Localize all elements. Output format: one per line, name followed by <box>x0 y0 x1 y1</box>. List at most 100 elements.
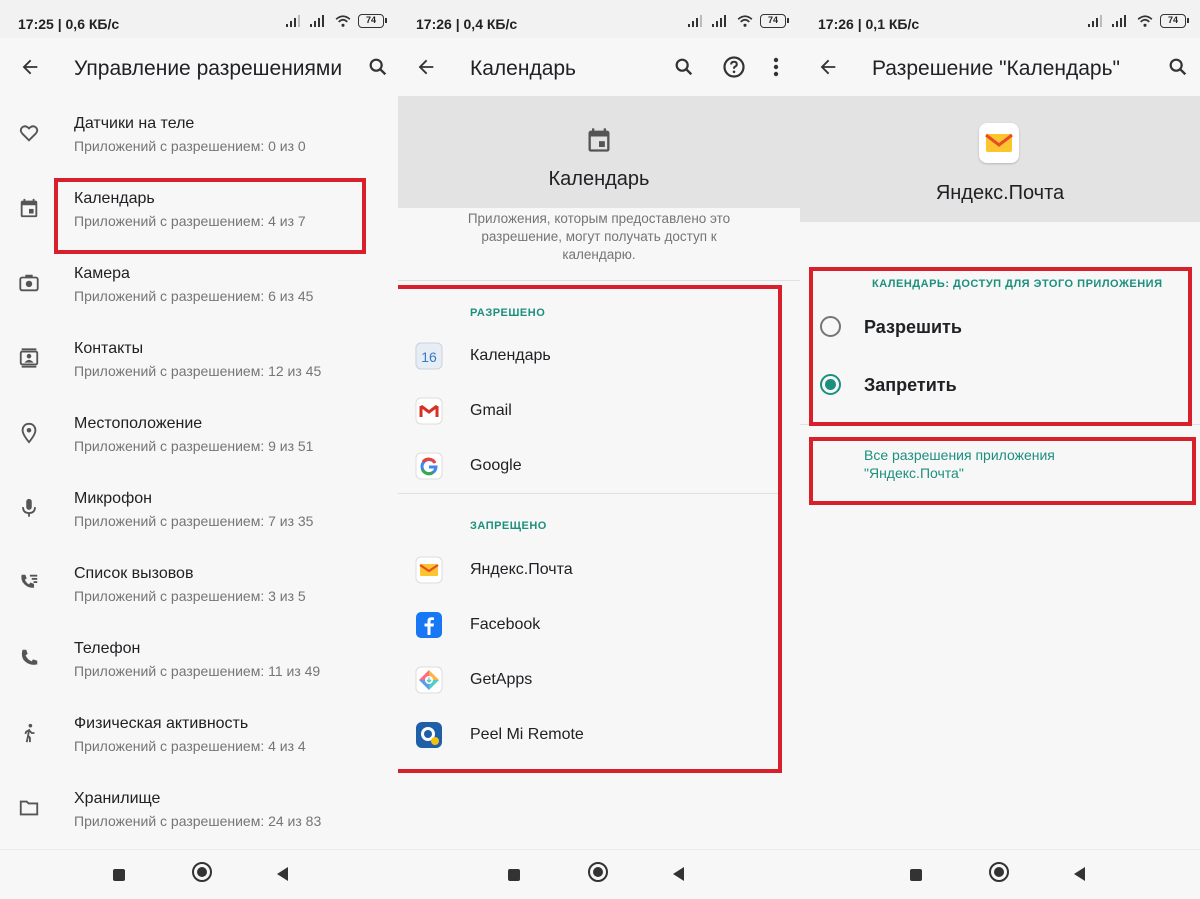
search-icon[interactable] <box>1166 55 1190 79</box>
back-arrow-icon[interactable] <box>816 55 840 79</box>
home-button[interactable] <box>192 862 212 882</box>
status-time: 17:25 <box>18 16 54 32</box>
status-text: 17:26 | 0,1 КБ/с <box>818 16 920 32</box>
signal-icon <box>1112 15 1126 27</box>
activity-icon <box>18 722 40 744</box>
permission-item[interactable]: Хранилище Приложений с разрешением: 24 из… <box>0 771 398 846</box>
recents-button[interactable] <box>910 869 922 881</box>
status-speed: 0,6 КБ/с <box>65 16 120 32</box>
back-button[interactable] <box>673 867 684 881</box>
status-time: 17:26 <box>416 16 452 32</box>
status-bar: 17:26 | 0,4 КБ/с 74 <box>398 0 800 38</box>
home-button[interactable] <box>588 862 608 882</box>
permission-item[interactable]: Телефон Приложений с разрешением: 11 из 4… <box>0 621 398 696</box>
permission-count: Приложений с разрешением: 0 из 0 <box>74 138 306 154</box>
wifi-icon <box>335 15 351 27</box>
battery-icon: 74 <box>358 14 387 28</box>
signal-icon <box>712 15 726 27</box>
highlight-box <box>398 285 782 773</box>
search-icon[interactable] <box>672 55 696 79</box>
permission-item[interactable]: Датчики на теле Приложений с разрешением:… <box>0 96 398 171</box>
permission-item[interactable]: Местоположение Приложений с разрешением: … <box>0 396 398 471</box>
recents-button[interactable] <box>508 869 520 881</box>
status-speed: 0,1 КБ/с <box>865 16 920 32</box>
permission-count: Приложений с разрешением: 7 из 35 <box>74 513 314 529</box>
permission-label: Хранилище <box>74 790 161 807</box>
phone-icon <box>18 647 40 669</box>
permission-label: Местоположение <box>74 415 203 432</box>
recents-button[interactable] <box>113 869 125 881</box>
battery-icon: 74 <box>760 14 789 28</box>
back-arrow-icon[interactable] <box>414 55 438 79</box>
highlight-box <box>809 437 1196 505</box>
permission-item[interactable]: Микрофон Приложений с разрешением: 7 из 3… <box>0 471 398 546</box>
camera-icon <box>18 272 40 294</box>
permission-label: Телефон <box>74 640 141 657</box>
app-name: Яндекс.Почта <box>935 182 1065 204</box>
more-options-icon[interactable] <box>764 55 788 79</box>
nav-bar <box>398 849 800 899</box>
status-text: 17:26 | 0,4 КБ/с <box>416 16 518 32</box>
battery-icon: 74 <box>1160 14 1189 28</box>
signal-icon <box>1088 15 1102 27</box>
app-bar: Разрешение "Календарь" <box>800 38 1200 96</box>
permission-count: Приложений с разрешением: 11 из 49 <box>74 663 321 679</box>
back-arrow-icon[interactable] <box>18 55 42 79</box>
signal-icon <box>688 15 702 27</box>
highlight-box <box>809 267 1192 426</box>
divider <box>398 280 800 281</box>
permission-count: Приложений с разрешением: 3 из 5 <box>74 588 306 604</box>
permission-count: Приложений с разрешением: 6 из 45 <box>74 288 314 304</box>
status-time: 17:26 <box>818 16 854 32</box>
microphone-icon <box>18 497 40 519</box>
back-button[interactable] <box>1074 867 1085 881</box>
nav-bar <box>800 849 1200 899</box>
location-icon <box>18 422 40 444</box>
call-log-icon <box>18 572 40 594</box>
page-title: Календарь <box>470 57 576 80</box>
permission-item[interactable]: Контакты Приложений с разрешением: 12 из … <box>0 321 398 396</box>
permission-description: Приложения, которым предоставлено это ра… <box>467 211 731 262</box>
wifi-icon <box>1137 15 1153 27</box>
app-permission-screen: 17:26 | 0,1 КБ/с 74 Разрешение "Календар… <box>800 0 1200 899</box>
status-bar: 17:25 | 0,6 КБ/с 74 <box>0 0 398 38</box>
signal-icon <box>286 15 300 27</box>
permission-count: Приложений с разрешением: 12 из 45 <box>74 363 322 379</box>
calendar-icon <box>18 197 40 219</box>
calendar-icon <box>588 128 610 152</box>
nav-bar <box>0 849 398 899</box>
app-bar: Календарь <box>398 38 800 96</box>
status-bar: 17:26 | 0,1 КБ/с 74 <box>800 0 1200 38</box>
calendar-permission-screen: 17:26 | 0,4 КБ/с 74 Календарь Календарь … <box>398 0 800 899</box>
contacts-icon <box>18 347 40 369</box>
permission-label: Контакты <box>74 340 144 357</box>
help-icon[interactable] <box>722 55 746 79</box>
status-speed: 0,4 КБ/с <box>463 16 518 32</box>
permission-label: Камера <box>74 265 130 282</box>
signal-icon <box>310 15 324 27</box>
permission-item[interactable]: Физическая активность Приложений с разреш… <box>0 696 398 771</box>
permission-name: Календарь <box>548 168 650 190</box>
app-bar: Управление разрешениями <box>0 38 398 96</box>
permission-label: Датчики на теле <box>74 115 195 132</box>
highlight-box <box>54 178 366 254</box>
permission-label: Список вызовов <box>74 565 194 582</box>
permission-label: Физическая активность <box>74 715 249 732</box>
wifi-icon <box>737 15 753 27</box>
heart-icon <box>18 122 40 144</box>
permission-count: Приложений с разрешением: 4 из 4 <box>74 738 306 754</box>
folder-icon <box>18 797 40 819</box>
permission-item[interactable]: Список вызовов Приложений с разрешением: … <box>0 546 398 621</box>
permission-label: Микрофон <box>74 490 152 507</box>
page-title: Разрешение "Календарь" <box>872 57 1121 80</box>
permission-count: Приложений с разрешением: 9 из 51 <box>74 438 314 454</box>
permission-item[interactable]: Камера Приложений с разрешением: 6 из 45 <box>0 246 398 321</box>
search-icon[interactable] <box>366 55 390 79</box>
app-header: Яндекс.Почта <box>800 96 1200 222</box>
page-title: Управление разрешениями <box>74 57 343 80</box>
permissions-manager-screen: 17:25 | 0,6 КБ/с 74 Управление разрешени… <box>0 0 398 899</box>
permission-count: Приложений с разрешением: 24 из 83 <box>74 813 322 829</box>
back-button[interactable] <box>277 867 288 881</box>
home-button[interactable] <box>989 862 1009 882</box>
yandex-mail-icon <box>979 123 1019 163</box>
